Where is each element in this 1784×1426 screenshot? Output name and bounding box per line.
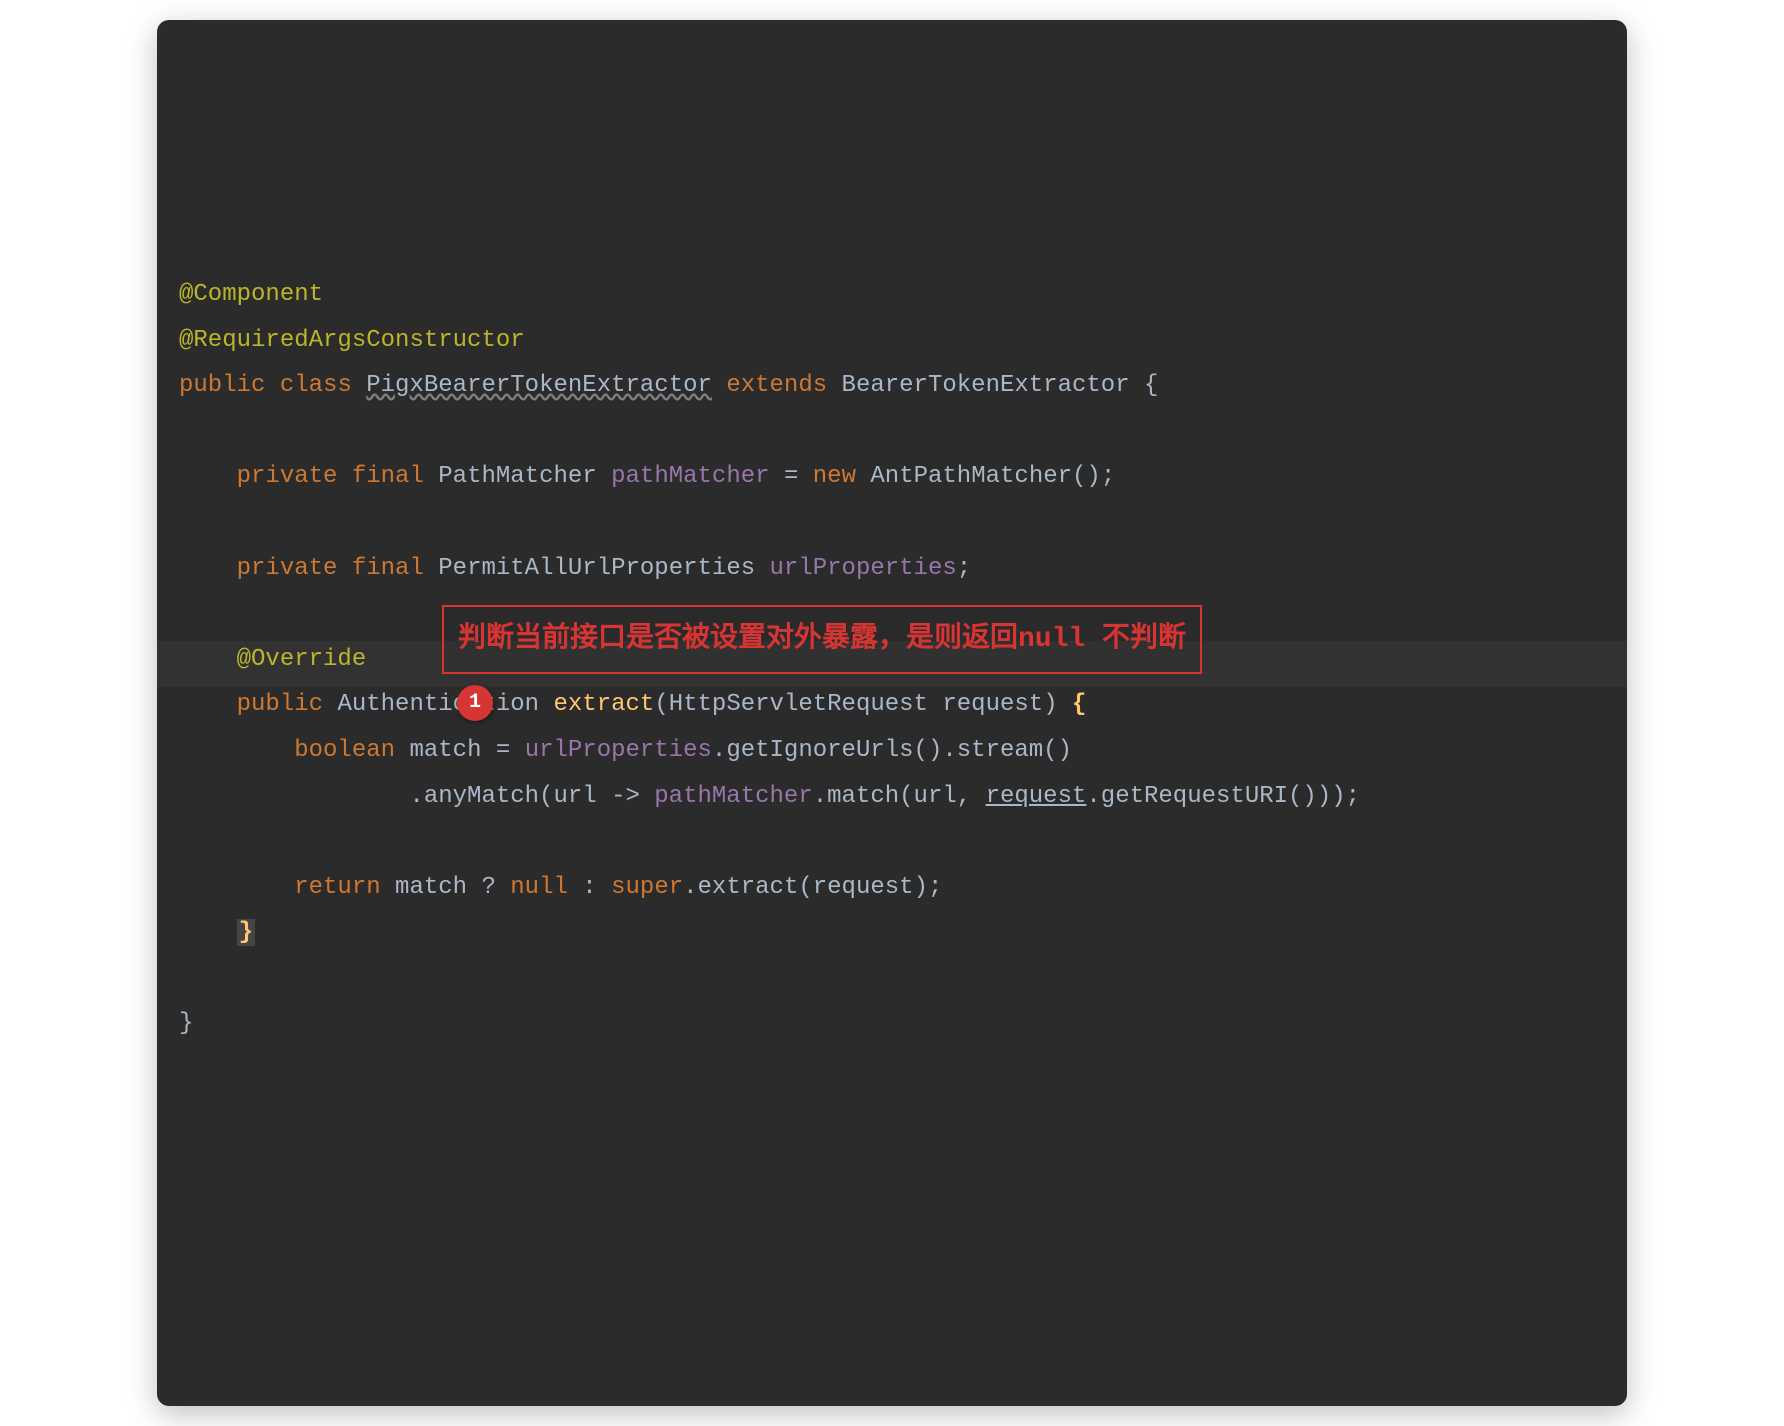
field-urlproperties: urlProperties xyxy=(770,555,957,582)
annotation-callout: 判断当前接口是否被设置对外暴露，是则返回null 不判断 xyxy=(442,605,1202,674)
annotation-required-args: @RequiredArgsConstructor xyxy=(179,327,525,354)
class-name: PigxBearerTokenExtractor xyxy=(366,372,712,399)
method-extract: extract xyxy=(553,691,654,718)
annotation-badge: 1 xyxy=(457,685,493,721)
field-pathmatcher: pathMatcher xyxy=(611,463,769,490)
method-close-brace: } xyxy=(237,919,255,946)
code-viewport[interactable]: @Component @RequiredArgsConstructor publ… xyxy=(157,20,1627,1406)
annotation-callout-text: 判断当前接口是否被设置对外暴露，是则返回null 不判断 xyxy=(458,624,1186,655)
class-close-brace: } xyxy=(179,1010,193,1037)
annotation-override: @Override xyxy=(237,646,367,673)
annotation-component: @Component xyxy=(179,281,323,308)
annotation-badge-number: 1 xyxy=(469,684,481,722)
code-editor: @Component @RequiredArgsConstructor publ… xyxy=(157,20,1627,1406)
